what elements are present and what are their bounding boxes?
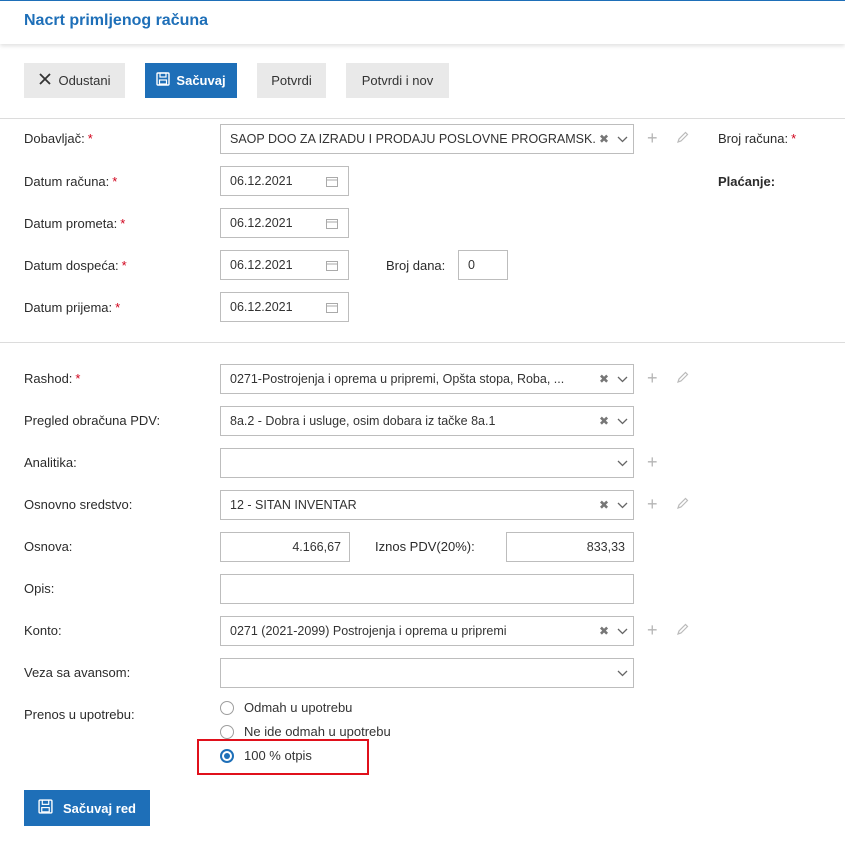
chevron-down-icon[interactable] (611, 628, 633, 635)
radio-button[interactable] (220, 700, 234, 715)
edit-icon[interactable] (676, 497, 689, 513)
highlight-box (197, 739, 369, 775)
receipt-date-label: Datum prijema: * (24, 300, 121, 315)
supplier-select[interactable]: SAOP DOO ZA IZRADU I PRODAJU POSLOVNE PR… (220, 124, 634, 154)
save-icon (38, 799, 53, 817)
add-icon[interactable]: + (647, 453, 658, 471)
description-input[interactable] (220, 574, 634, 604)
invoice-date-value: 06.12.2021 (230, 174, 293, 188)
fixed-asset-select[interactable]: 12 - SITAN INVENTAR ✖ (220, 490, 634, 520)
invoice-date-label: Datum računa: * (24, 174, 118, 189)
days-value: 0 (468, 258, 475, 272)
expense-label: Rashod: * (24, 371, 81, 386)
due-date-label: Datum dospeća: * (24, 258, 127, 273)
base-value: 4.166,67 (292, 540, 341, 554)
close-icon (38, 72, 52, 89)
radio-label: Odmah u upotrebu (244, 700, 353, 715)
save-row-label: Sačuvaj red (63, 800, 136, 816)
confirm-button[interactable]: Potvrdi (257, 63, 326, 98)
confirm-and-new-button-label: Potvrdi i nov (361, 73, 434, 88)
due-date-field[interactable]: 06.12.2021 (220, 250, 349, 280)
turnover-date-value: 06.12.2021 (230, 216, 293, 230)
save-button-label: Sačuvaj (176, 73, 226, 88)
chevron-down-icon[interactable] (611, 376, 633, 383)
chevron-down-icon[interactable] (611, 136, 633, 143)
fixed-asset-label: Osnovno sredstvo: (24, 497, 133, 512)
save-icon (156, 72, 171, 89)
chevron-down-icon[interactable] (611, 502, 633, 509)
vat-amount-input[interactable]: 833,33 (506, 532, 634, 562)
calendar-icon[interactable] (322, 260, 342, 271)
clear-icon[interactable]: ✖ (597, 372, 611, 386)
fixed-asset-value: 12 - SITAN INVENTAR (230, 498, 357, 512)
save-button[interactable]: Sačuvaj (145, 63, 237, 98)
transfer-option-not-immediate[interactable]: Ne ide odmah u upotrebu (220, 724, 391, 739)
vat-amount-label: Iznos PDV(20%): (375, 539, 475, 554)
vat-review-label: Pregled obračuna PDV: (24, 413, 161, 428)
turnover-date-label: Datum prometa: * (24, 216, 126, 231)
chevron-down-icon[interactable] (611, 460, 633, 467)
edit-icon[interactable] (676, 131, 689, 147)
advance-label: Veza sa avansom: (24, 665, 131, 680)
radio-button[interactable] (220, 724, 234, 739)
calendar-icon[interactable] (322, 176, 342, 187)
page-title: Nacrt primljenog računa (24, 12, 209, 29)
payment-label: Plaćanje: (718, 174, 776, 189)
expense-value: 0271-Postrojenja i oprema u pripremi, Op… (230, 372, 565, 386)
supplier-label: Dobavljač: * (24, 131, 93, 146)
edit-icon[interactable] (676, 623, 689, 639)
add-icon[interactable]: + (647, 495, 658, 513)
cancel-button-label: Odustani (58, 73, 111, 88)
radio-label: Ne ide odmah u upotrebu (244, 724, 391, 739)
transfer-label: Prenos u upotrebu: (24, 707, 135, 722)
account-label: Konto: (24, 623, 62, 638)
clear-icon[interactable]: ✖ (597, 624, 611, 638)
invoice-number-label: Broj računa: * (718, 131, 797, 146)
due-date-value: 06.12.2021 (230, 258, 293, 272)
description-label: Opis: (24, 581, 55, 596)
analytics-select[interactable] (220, 448, 634, 478)
account-value: 0271 (2021-2099) Postrojenja i oprema u … (230, 624, 507, 638)
edit-icon[interactable] (676, 371, 689, 387)
vat-amount-value: 833,33 (586, 540, 625, 554)
receipt-date-field[interactable]: 06.12.2021 (220, 292, 349, 322)
account-select[interactable]: 0271 (2021-2099) Postrojenja i oprema u … (220, 616, 634, 646)
cancel-button[interactable]: Odustani (24, 63, 125, 98)
confirm-and-new-button[interactable]: Potvrdi i nov (346, 63, 449, 98)
chevron-down-icon[interactable] (611, 418, 633, 425)
invoice-date-field[interactable]: 06.12.2021 (220, 166, 349, 196)
vat-review-value: 8a.2 - Dobra i usluge, osim dobara iz ta… (230, 414, 496, 428)
vat-review-select[interactable]: 8a.2 - Dobra i usluge, osim dobara iz ta… (220, 406, 634, 436)
clear-icon[interactable]: ✖ (597, 414, 611, 428)
base-input[interactable]: 4.166,67 (220, 532, 350, 562)
add-icon[interactable]: + (647, 369, 658, 387)
days-input[interactable]: 0 (458, 250, 508, 280)
divider (0, 118, 845, 119)
days-label: Broj dana: (386, 258, 446, 273)
advance-select[interactable] (220, 658, 634, 688)
page-header: Nacrt primljenog računa (0, 0, 845, 44)
turnover-date-field[interactable]: 06.12.2021 (220, 208, 349, 238)
calendar-icon[interactable] (322, 302, 342, 313)
supplier-value: SAOP DOO ZA IZRADU I PRODAJU POSLOVNE PR… (230, 132, 597, 146)
base-label: Osnova: (24, 539, 73, 554)
clear-icon[interactable]: ✖ (597, 498, 611, 512)
confirm-button-label: Potvrdi (271, 73, 312, 88)
divider (0, 342, 845, 343)
analytics-label: Analitika: (24, 455, 77, 470)
add-icon[interactable]: + (647, 129, 658, 147)
save-row-button[interactable]: Sačuvaj red (24, 790, 150, 826)
clear-icon[interactable]: ✖ (597, 132, 611, 146)
receipt-date-value: 06.12.2021 (230, 300, 293, 314)
expense-select[interactable]: 0271-Postrojenja i oprema u pripremi, Op… (220, 364, 634, 394)
calendar-icon[interactable] (322, 218, 342, 229)
chevron-down-icon[interactable] (611, 670, 633, 677)
transfer-option-immediate[interactable]: Odmah u upotrebu (220, 700, 352, 715)
add-icon[interactable]: + (647, 621, 658, 639)
